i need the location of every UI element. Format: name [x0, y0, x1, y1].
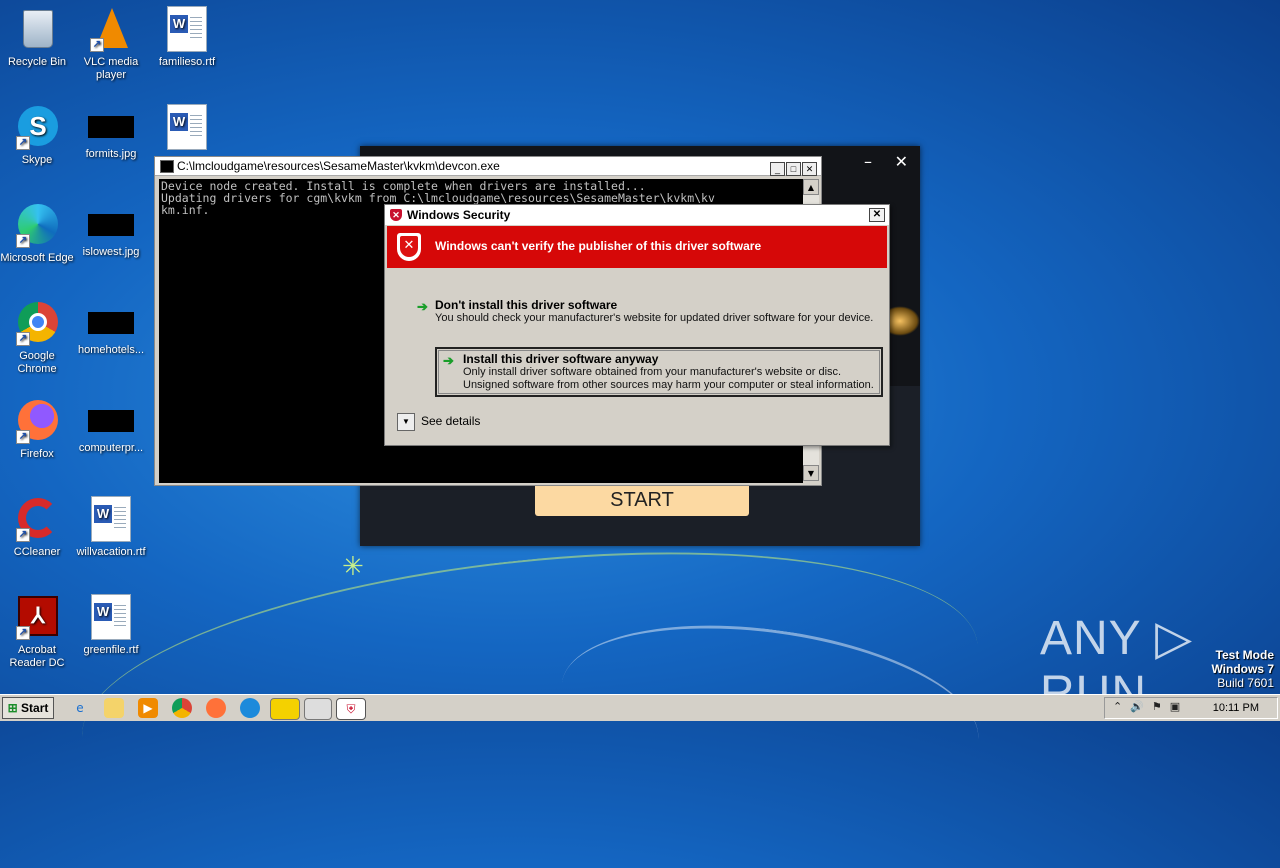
- close-button[interactable]: ✕: [869, 208, 885, 222]
- option-description: Only install driver software obtained fr…: [463, 366, 874, 391]
- build-label: Build 7601: [1217, 676, 1274, 690]
- desktop-icon-greenfile[interactable]: W greenfile.rtf: [74, 594, 148, 657]
- details-label: See details: [421, 414, 481, 429]
- green-arrow-icon: ➔: [417, 299, 428, 314]
- test-mode-notice: Test Mode Windows 7 Build 7601: [1211, 648, 1274, 690]
- desktop-icon-label: homehotels...: [77, 344, 145, 356]
- desktop-icon-label: CCleaner: [13, 546, 61, 558]
- ie-icon[interactable]: e: [70, 698, 90, 718]
- firefox-icon: ↗: [14, 398, 60, 444]
- recycle-bin-icon: [14, 6, 60, 52]
- os-label: Windows 7: [1211, 662, 1274, 676]
- image-thumbnail: [88, 116, 134, 138]
- start-label: Start: [21, 701, 49, 715]
- desktop-icon-skype[interactable]: S ↗ Skype: [0, 104, 74, 167]
- desktop-icon-vlc[interactable]: ↗ VLC media player: [74, 6, 148, 82]
- desktop-icon-label: familieso.rtf: [158, 56, 216, 68]
- tray-icons[interactable]: ⌃🔊⚑▣: [1113, 700, 1188, 713]
- minimize-button[interactable]: –: [864, 152, 872, 171]
- cloud-app-icon[interactable]: [270, 698, 300, 720]
- word-document-icon: W: [167, 104, 207, 150]
- system-tray: ⌃🔊⚑▣ 10:11 PM: [1104, 697, 1278, 719]
- desktop-icon-label: willvacation.rtf: [76, 546, 146, 558]
- warning-banner: ✕ Windows can't verify the publisher of …: [387, 226, 887, 268]
- see-details-toggle[interactable]: ▼ See details: [397, 413, 480, 431]
- scroll-down-arrow-icon[interactable]: ▼: [803, 465, 819, 481]
- console-title: C:\lmcloudgame\resources\SesameMaster\kv…: [177, 159, 500, 173]
- image-thumbnail: [88, 410, 134, 432]
- taskbar: ⊞ Start e ▶ ⛨ ⌃🔊⚑▣ 10:11 PM: [0, 694, 1280, 721]
- windows-logo-icon: ⊞: [7, 701, 18, 715]
- dialog-title: Windows Security: [407, 208, 511, 222]
- desktop-icon-acrobat[interactable]: ⅄ ↗ Acrobat Reader DC: [0, 594, 74, 670]
- desktop-icon-label: VLC media player: [83, 56, 139, 81]
- desktop-icon-label: formits.jpg: [85, 148, 137, 160]
- close-button[interactable]: ✕: [802, 162, 817, 176]
- desktop-icon-islowest[interactable]: islowest.jpg: [74, 202, 148, 259]
- console-icon: [160, 160, 174, 173]
- console-titlebar[interactable]: C:\lmcloudgame\resources\SesameMaster\kv…: [155, 157, 821, 176]
- desktop-icon-homehotels[interactable]: homehotels...: [74, 300, 148, 357]
- desktop-icon-computerpr[interactable]: computerpr...: [74, 398, 148, 455]
- desktop-icon-label: greenfile.rtf: [83, 644, 139, 656]
- chevron-down-icon[interactable]: ▼: [397, 413, 415, 431]
- word-document-icon: W: [91, 496, 131, 542]
- desktop-icon-label: Google Chrome: [17, 350, 57, 375]
- scroll-up-arrow-icon[interactable]: ▲: [803, 179, 819, 195]
- desktop-icon-familieso[interactable]: W familieso.rtf: [150, 6, 224, 69]
- install-anyway-option[interactable]: ➔ Install this driver software anyway On…: [435, 347, 883, 397]
- option-description: You should check your manufacturer's web…: [435, 312, 874, 324]
- chrome-icon: ↗: [14, 300, 60, 346]
- desktop-icon-label: Firefox: [20, 448, 54, 460]
- edge-taskbar-icon[interactable]: [240, 698, 260, 718]
- desktop-icon-formits[interactable]: formits.jpg: [74, 104, 148, 161]
- shield-icon: ✕: [390, 209, 402, 221]
- desktop-icon-label: islowest.jpg: [82, 246, 140, 258]
- edge-icon: ↗: [14, 202, 60, 248]
- firefox-taskbar-icon[interactable]: [206, 698, 226, 718]
- security-taskbar-icon[interactable]: ⛨: [336, 698, 366, 720]
- close-button[interactable]: ✕: [895, 152, 908, 171]
- desktop-icon-willvacation[interactable]: W willvacation.rtf: [74, 496, 148, 559]
- desktop-icon-firefox[interactable]: ↗ Firefox: [0, 398, 74, 461]
- word-document-icon: W: [91, 594, 131, 640]
- desktop-icon-label: Acrobat Reader DC: [9, 644, 65, 669]
- windows-security-dialog[interactable]: ✕ Windows Security ✕ ✕ Windows can't ver…: [384, 204, 890, 446]
- skype-icon: S ↗: [14, 104, 60, 150]
- banner-message: Windows can't verify the publisher of th…: [435, 239, 762, 253]
- image-thumbnail: [88, 214, 134, 236]
- desktop-icon-recycle-bin[interactable]: Recycle Bin: [0, 6, 74, 69]
- vlc-icon: ↗: [88, 6, 134, 52]
- minimize-button[interactable]: _: [770, 162, 785, 176]
- desktop-icon-doc[interactable]: W: [150, 104, 224, 154]
- test-mode-label: Test Mode: [1215, 648, 1274, 662]
- clock[interactable]: 10:11 PM: [1213, 702, 1259, 714]
- maximize-button[interactable]: □: [786, 162, 801, 176]
- option-title: Install this driver software anyway: [463, 352, 659, 366]
- desktop-icon-label: Microsoft Edge: [0, 252, 74, 264]
- desktop-icon-chrome[interactable]: ↗ Google Chrome: [0, 300, 74, 376]
- console-taskbar-icon[interactable]: [304, 698, 332, 720]
- dont-install-option[interactable]: ➔ Don't install this driver software You…: [417, 298, 881, 325]
- option-title: Don't install this driver software: [435, 298, 618, 312]
- desktop-icon-edge[interactable]: ↗ Microsoft Edge: [0, 202, 74, 265]
- explorer-icon[interactable]: [104, 698, 124, 718]
- media-player-icon[interactable]: ▶: [138, 698, 158, 718]
- desktop-icon-label: computerpr...: [78, 442, 144, 454]
- desktop-icon-label: Skype: [21, 154, 53, 166]
- green-arrow-icon: ➔: [443, 353, 454, 368]
- error-shield-icon: ✕: [397, 233, 421, 261]
- start-button[interactable]: ⊞ Start: [2, 697, 54, 719]
- desktop-icon-label: Recycle Bin: [7, 56, 67, 68]
- ccleaner-icon: ↗: [14, 496, 60, 542]
- image-thumbnail: [88, 312, 134, 334]
- chrome-taskbar-icon[interactable]: [172, 698, 192, 718]
- desktop-icon-ccleaner[interactable]: ↗ CCleaner: [0, 496, 74, 559]
- dialog-titlebar[interactable]: ✕ Windows Security ✕: [385, 205, 889, 225]
- word-document-icon: W: [167, 6, 207, 52]
- wallpaper-leaf: ✳: [342, 552, 364, 582]
- acrobat-icon: ⅄ ↗: [14, 594, 60, 640]
